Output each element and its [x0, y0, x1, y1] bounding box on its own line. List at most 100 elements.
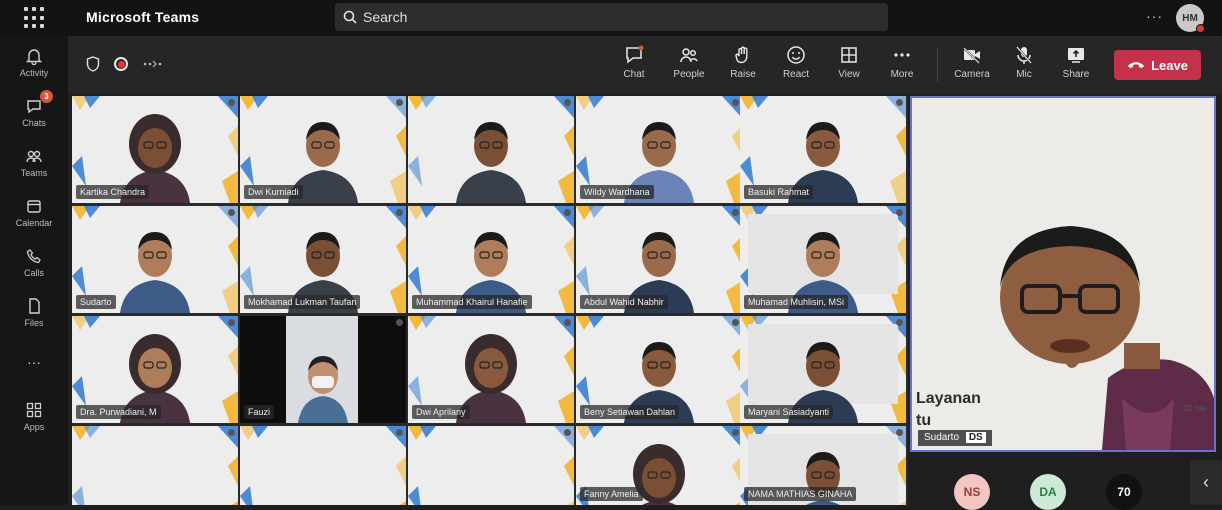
- people-button[interactable]: People: [665, 44, 713, 88]
- toolbar-label: People: [673, 69, 704, 80]
- tile-options-icon[interactable]: [396, 429, 403, 436]
- rail-item-activity[interactable]: Activity: [0, 46, 68, 78]
- participant-tile[interactable]: NAMA MATHIAS GINAHA: [740, 426, 906, 505]
- tile-options-icon[interactable]: [228, 209, 235, 216]
- react-button[interactable]: React: [772, 44, 820, 88]
- share-button[interactable]: Share: [1052, 44, 1100, 88]
- participant-figure: [120, 232, 190, 313]
- participant-tile[interactable]: Sudarto: [72, 206, 238, 313]
- tile-options-icon[interactable]: [564, 319, 571, 326]
- people-icon: [678, 44, 700, 66]
- mic-button[interactable]: Mic: [1000, 44, 1048, 88]
- participant-tile[interactable]: [408, 96, 574, 203]
- participant-tile[interactable]: Dra. Purwadiani, M: [72, 316, 238, 423]
- recording-icon: [114, 57, 128, 71]
- participant-name: Fauzi: [244, 405, 274, 419]
- rail-item-teams[interactable]: Teams: [0, 146, 68, 178]
- search-input[interactable]: Search: [335, 3, 888, 31]
- chat-button[interactable]: Chat: [610, 44, 658, 88]
- app-launcher-icon[interactable]: [24, 7, 46, 29]
- avatar-initials: NS: [964, 485, 981, 499]
- rail-item-calendar[interactable]: Calendar: [0, 196, 68, 228]
- participant-tile[interactable]: Basuki Rahmat: [740, 96, 906, 203]
- tile-video: [408, 96, 574, 203]
- mic-off-icon: [1013, 44, 1035, 66]
- participant-tile[interactable]: Beny Setiawan Dahlan: [576, 316, 742, 423]
- tile-options-icon[interactable]: [228, 99, 235, 106]
- tile-options-icon[interactable]: [732, 429, 739, 436]
- participant-tile[interactable]: Dwi Aprilany: [408, 316, 574, 423]
- participant-tile[interactable]: Wildy Wardhana: [576, 96, 742, 203]
- rail-item-more[interactable]: ···: [0, 352, 68, 370]
- participant-tile[interactable]: Abdul Wahid Nabhir: [576, 206, 742, 313]
- shield-icon[interactable]: [86, 56, 100, 72]
- overlay-line-1: Layanan: [916, 388, 981, 410]
- toolbar-label: Share: [1063, 69, 1090, 80]
- tile-options-icon[interactable]: [564, 429, 571, 436]
- tile-options-icon[interactable]: [896, 209, 903, 216]
- tile-options-icon[interactable]: [228, 429, 235, 436]
- participant-tile[interactable]: Fauzi: [240, 316, 406, 423]
- spotlight-name: Sudarto: [924, 432, 959, 443]
- participant-tile[interactable]: Mokhamad Lukman Taufan: [240, 206, 406, 313]
- user-initials: HM: [1182, 13, 1198, 24]
- tile-options-icon[interactable]: [228, 319, 235, 326]
- participant-tile[interactable]: [72, 426, 238, 505]
- participant-tile[interactable]: [408, 426, 574, 505]
- hangup-icon: [1127, 60, 1145, 70]
- tile-options-icon[interactable]: [896, 319, 903, 326]
- participant-tile[interactable]: Maryani Sasiadyanti: [740, 316, 906, 423]
- tile-options-icon[interactable]: [396, 99, 403, 106]
- tile-options-icon[interactable]: [732, 319, 739, 326]
- rail-label: Teams: [21, 168, 48, 178]
- overflow-participants: NS DA 70: [910, 452, 1222, 505]
- spotlight-video[interactable]: Layanan tu 22 Ma Sudarto DS: [910, 96, 1216, 452]
- participant-name: Dra. Purwadiani, M: [76, 405, 161, 419]
- tile-options-icon[interactable]: [896, 429, 903, 436]
- rail-label: Activity: [20, 68, 49, 78]
- camera-off-icon: [961, 44, 983, 66]
- avatar-initials: DA: [1039, 485, 1056, 499]
- tile-options-icon[interactable]: [564, 209, 571, 216]
- participant-tile[interactable]: Muhamad Muhlisin, MSi: [740, 206, 906, 313]
- chevron-left-icon[interactable]: ‹: [1190, 460, 1222, 505]
- toolbar-label: View: [838, 69, 860, 80]
- user-avatar[interactable]: HM: [1176, 4, 1204, 32]
- rail-item-calls[interactable]: Calls: [0, 246, 68, 278]
- tile-options-icon[interactable]: [396, 319, 403, 326]
- participant-tile[interactable]: Dwi Kurniadi: [240, 96, 406, 203]
- smile-icon: [785, 44, 807, 66]
- camera-button[interactable]: Camera: [948, 44, 996, 88]
- participant-tile[interactable]: Muhammad Khairul Hanafie: [408, 206, 574, 313]
- leave-button[interactable]: Leave: [1114, 50, 1201, 80]
- meeting-status: [86, 56, 164, 72]
- rail-item-chats[interactable]: 3 Chats: [0, 96, 68, 128]
- calendar-icon: [23, 196, 45, 216]
- raise-hand-button[interactable]: Raise: [719, 44, 767, 88]
- view-button[interactable]: View: [825, 44, 873, 88]
- rail-label: Calendar: [16, 218, 53, 228]
- rail-label: Calls: [24, 268, 44, 278]
- rail-item-files[interactable]: Files: [0, 296, 68, 328]
- participant-name: Dwi Aprilany: [412, 405, 470, 419]
- app-rail: Activity 3 Chats Teams Calendar Calls Fi…: [0, 36, 68, 505]
- overlay-line-2: tu: [916, 410, 981, 432]
- tile-options-icon[interactable]: [896, 99, 903, 106]
- leave-label: Leave: [1151, 58, 1188, 73]
- tile-options-icon[interactable]: [396, 209, 403, 216]
- more-icon: ···: [27, 354, 41, 370]
- tile-options-icon[interactable]: [732, 209, 739, 216]
- tile-options-icon[interactable]: [732, 99, 739, 106]
- tile-options-icon[interactable]: [564, 99, 571, 106]
- participant-tile[interactable]: Kartika Chandra: [72, 96, 238, 203]
- more-button[interactable]: More: [878, 44, 926, 88]
- more-options-icon[interactable]: ···: [1146, 8, 1163, 24]
- spotlight-badge: DS: [966, 432, 986, 443]
- chat-icon: 3: [23, 96, 45, 116]
- search-placeholder: Search: [363, 9, 407, 25]
- teams-icon: [23, 146, 45, 166]
- participant-tile[interactable]: Fanny Amelia: [576, 426, 742, 505]
- participant-tile[interactable]: [240, 426, 406, 505]
- rail-item-apps[interactable]: Apps: [0, 400, 68, 432]
- participant-name: Abdul Wahid Nabhir: [580, 295, 668, 309]
